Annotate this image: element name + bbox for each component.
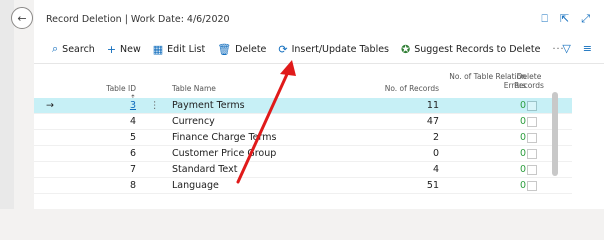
- back-button[interactable]: ←: [11, 7, 33, 29]
- table-row[interactable]: 4 Currency 47 0: [34, 114, 572, 130]
- table-header: Table ID ↑ Table Name No. of Records No.…: [34, 70, 572, 102]
- relation-errors-cell[interactable]: 0: [444, 148, 526, 159]
- search-action[interactable]: ⌕ Search: [52, 42, 95, 56]
- list-tools: ▽ ≡: [562, 42, 592, 55]
- list-view-icon[interactable]: ≡: [583, 42, 592, 55]
- table-row[interactable]: 7 Standard Text 4 0: [34, 162, 572, 178]
- suggest-records-action[interactable]: ✪ Suggest Records to Delete: [401, 43, 540, 56]
- page-card: Record Deletion | Work Date: 4/6/2020 ⎕ …: [34, 0, 604, 209]
- bookmark-icon[interactable]: ⎕: [541, 12, 548, 26]
- delete-checkbox[interactable]: [527, 117, 537, 127]
- table-name-cell: Payment Terms: [172, 100, 245, 111]
- table-row[interactable]: 6 Customer Price Group 0 0: [34, 146, 572, 162]
- delete-label: Delete: [235, 43, 267, 55]
- delete-checkbox[interactable]: [527, 181, 537, 191]
- new-label: New: [120, 43, 141, 55]
- table-name-cell: Language: [172, 180, 219, 191]
- insert-update-label: Insert/Update Tables: [291, 43, 389, 55]
- delete-checkbox[interactable]: [527, 133, 537, 143]
- records-table: Table ID ↑ Table Name No. of Records No.…: [34, 70, 572, 194]
- search-icon: ⌕: [52, 42, 59, 55]
- suggest-label: Suggest Records to Delete: [414, 43, 541, 55]
- vertical-scrollbar[interactable]: [552, 92, 558, 176]
- back-arrow-icon: ←: [17, 11, 27, 25]
- action-bar: ⌕ Search + New ▦ Edit List 🗑 Delete ⟳ In…: [52, 42, 565, 56]
- trash-icon: 🗑: [217, 42, 232, 56]
- table-id-cell[interactable]: 4: [104, 116, 136, 127]
- delete-action[interactable]: 🗑 Delete: [217, 43, 266, 56]
- col-table-name[interactable]: Table Name: [172, 84, 216, 93]
- expand-icon[interactable]: ⤢: [581, 12, 590, 26]
- relation-errors-cell[interactable]: 0: [444, 164, 526, 175]
- col-no-of-records[interactable]: No. of Records: [364, 84, 439, 93]
- plus-icon: +: [106, 42, 117, 56]
- table-name-cell: Standard Text: [172, 164, 238, 175]
- records-cell: 0: [432, 148, 439, 159]
- search-label: Search: [62, 43, 95, 55]
- table-id-cell[interactable]: 7: [104, 164, 136, 175]
- row-menu-icon[interactable]: ⋮: [150, 100, 160, 111]
- table-id-cell[interactable]: 8: [104, 180, 136, 191]
- page-title: Record Deletion | Work Date: 4/6/2020: [46, 14, 230, 25]
- records-cell: 51: [426, 180, 439, 191]
- relation-errors-cell[interactable]: 0: [444, 180, 526, 191]
- records-cell: 2: [432, 132, 439, 143]
- insert-update-tables-action[interactable]: ⟳ Insert/Update Tables: [278, 43, 389, 56]
- edit-list-action[interactable]: ▦ Edit List: [153, 43, 205, 56]
- table-name-cell: Finance Charge Terms: [172, 132, 277, 143]
- table-row[interactable]: 8 Language 51 0: [34, 178, 572, 194]
- table-name-cell: Currency: [172, 116, 215, 127]
- records-cell: 47: [426, 116, 439, 127]
- delete-checkbox[interactable]: [527, 149, 537, 159]
- relation-errors-cell[interactable]: 0: [444, 132, 526, 143]
- delete-checkbox[interactable]: [527, 101, 537, 111]
- relation-errors-cell[interactable]: 0: [444, 100, 526, 111]
- edit-list-icon: ▦: [152, 42, 164, 56]
- edit-list-label: Edit List: [167, 43, 206, 55]
- records-cell: 4: [432, 164, 439, 175]
- records-cell: 11: [426, 100, 439, 111]
- col-delete-records[interactable]: Delete Records: [509, 72, 549, 90]
- table-row[interactable]: → 3 ⋮ Payment Terms 11 0: [34, 98, 572, 114]
- table-row[interactable]: 5 Finance Charge Terms 2 0: [34, 130, 572, 146]
- background-page-edge: [0, 0, 14, 209]
- table-name-cell: Customer Price Group: [172, 148, 277, 159]
- table-id-cell[interactable]: 6: [104, 148, 136, 159]
- suggest-icon: ✪: [401, 42, 411, 56]
- refresh-icon: ⟳: [278, 42, 288, 56]
- filter-icon[interactable]: ▽: [562, 42, 570, 55]
- open-new-window-icon[interactable]: ⇱: [560, 12, 569, 26]
- row-indicator-icon: →: [46, 100, 54, 111]
- new-action[interactable]: + New: [107, 43, 141, 56]
- table-id-cell[interactable]: 5: [104, 132, 136, 143]
- divider: [34, 63, 604, 64]
- title-icons: ⎕ ⇱ ⤢: [541, 12, 590, 26]
- delete-checkbox[interactable]: [527, 165, 537, 175]
- table-id-cell[interactable]: 3: [104, 100, 136, 111]
- relation-errors-cell[interactable]: 0: [444, 116, 526, 127]
